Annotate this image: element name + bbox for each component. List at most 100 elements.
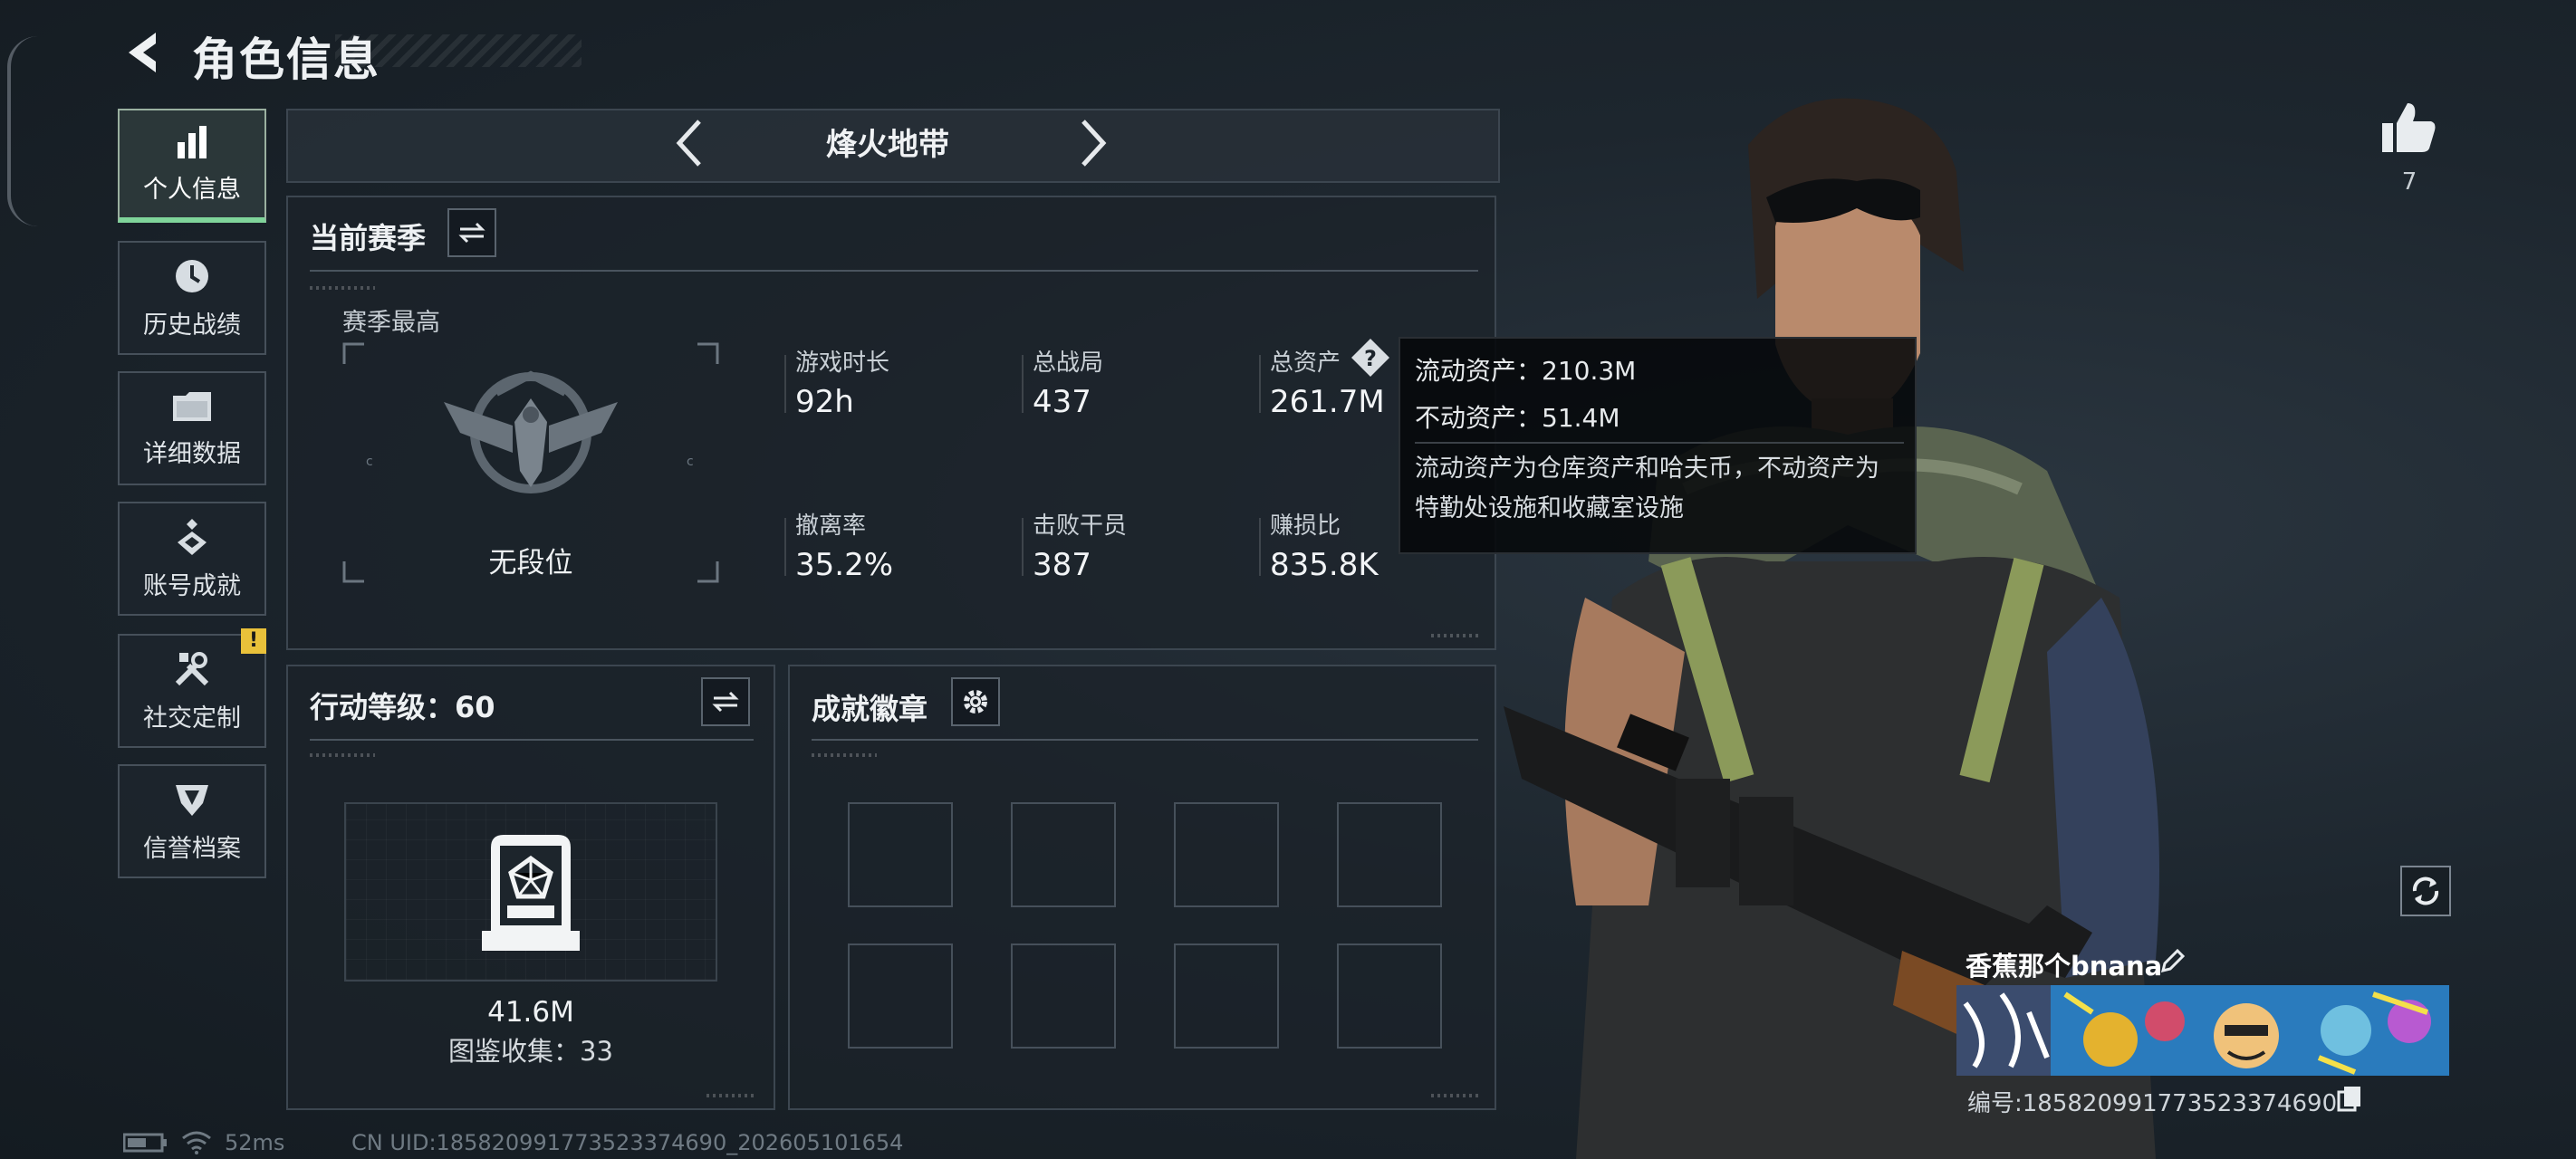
next-mode-button[interactable] [1074, 116, 1110, 174]
help-diamond-icon: ? [1351, 339, 1389, 377]
badges-title: 成就徽章 [812, 692, 928, 726]
svg-text:c: c [366, 455, 373, 469]
wifi-icon [182, 1131, 211, 1154]
collection-count: 图鉴收集：33 [448, 1036, 613, 1067]
sidebar-item-label: 历史战绩 [143, 311, 241, 340]
achievement-icon [178, 518, 207, 555]
deco-dots [706, 1094, 757, 1097]
badge-slot[interactable] [1174, 802, 1279, 907]
rank-eagle-emblem-icon [444, 370, 618, 493]
action-level-title: 行动等级：60 [310, 690, 495, 724]
copy-id-button[interactable] [2337, 1085, 2362, 1116]
stat-label-extraction-rate: 撤离率 [795, 512, 867, 540]
tooltip-liquid-assets: 流动资产：210.3M [1415, 356, 1637, 386]
sidebar-item-label: 信誉档案 [143, 834, 241, 863]
back-button[interactable] [116, 27, 170, 78]
folder-icon [173, 391, 211, 421]
badges-divider [812, 739, 1478, 741]
stat-separator [784, 518, 786, 576]
season-switch-button[interactable] [447, 208, 496, 257]
badge-slot[interactable] [1011, 943, 1116, 1049]
sidebar-item-label: 社交定制 [143, 704, 241, 733]
deco-dots [310, 753, 375, 757]
deco-dots [812, 753, 877, 757]
stat-value-profit-ratio: 835.8K [1270, 547, 1379, 583]
stat-separator [1259, 355, 1261, 413]
tooltip-fixed-assets: 不动资产：51.4M [1415, 403, 1620, 433]
sidebar-item-detailed-data[interactable]: 详细数据 [118, 371, 266, 485]
stat-separator [1259, 518, 1261, 576]
stat-separator [784, 355, 786, 413]
badge-slot[interactable] [1174, 943, 1279, 1049]
mode-name: 烽火地带 [826, 127, 949, 163]
stat-value-total-matches: 437 [1033, 384, 1091, 420]
swap-icon [712, 691, 739, 713]
pencil-icon [2160, 948, 2186, 973]
chevron-left-icon [676, 120, 701, 167]
thumbs-up-icon [2382, 103, 2436, 152]
svg-text:c: c [687, 455, 694, 469]
status-bar: 52ms [123, 1130, 284, 1155]
tooltip-note: 流动资产为仓库资产和哈夫币，不动资产为特勤处设施和收藏室设施 [1415, 455, 1879, 522]
season-divider [310, 270, 1478, 272]
player-name: 香蕉那个bnana [1966, 951, 2163, 982]
stat-label-profit-ratio: 赚损比 [1270, 512, 1341, 540]
refresh-button[interactable] [2400, 866, 2451, 916]
badge-slot[interactable] [848, 802, 953, 907]
previous-mode-button[interactable] [672, 116, 708, 174]
tools-icon [175, 651, 209, 685]
action-divider [310, 739, 754, 741]
badge-slot[interactable] [1337, 943, 1442, 1049]
stat-separator [1022, 518, 1024, 576]
sidebar-item-history[interactable]: 历史战绩 [118, 241, 266, 355]
stat-label-total-matches: 总战局 [1033, 350, 1104, 377]
chevron-right-icon [1081, 120, 1107, 167]
stat-label-total-assets: 总资产 [1270, 350, 1341, 377]
like-button[interactable] [2380, 100, 2438, 159]
sidebar-item-label: 详细数据 [143, 439, 241, 468]
assets-help-button[interactable]: ? [1350, 337, 1391, 382]
stat-label-playtime: 游戏时长 [795, 350, 890, 377]
svg-text:?: ? [1364, 346, 1377, 371]
season-title: 当前赛季 [310, 221, 427, 255]
season-best-label: 赛季最高 [342, 309, 440, 337]
refresh-icon [2412, 876, 2439, 905]
left-edge-decoration [7, 36, 38, 226]
stat-value-extraction-rate: 35.2% [795, 547, 894, 583]
action-switch-button[interactable] [701, 677, 750, 726]
gear-icon [964, 690, 987, 714]
edit-name-button[interactable] [2159, 947, 2187, 978]
sidebar-item-personal-info[interactable]: 个人信息 [118, 109, 266, 223]
stat-label-operators-defeated: 击败干员 [1033, 512, 1128, 540]
swap-icon [458, 222, 485, 244]
title-decoration [335, 34, 582, 67]
badges-settings-button[interactable] [951, 677, 1000, 726]
badge-slot[interactable] [848, 943, 953, 1049]
deco-dots [310, 286, 375, 290]
rank-label: 无段位 [488, 547, 573, 580]
player-id: 编号:185820991773523374690 [1967, 1090, 2338, 1117]
battery-icon [123, 1133, 167, 1153]
stat-value-total-assets: 261.7M [1270, 384, 1385, 420]
sidebar-item-label: 账号成就 [143, 571, 241, 600]
sidebar-item-achievements[interactable]: 账号成就 [118, 502, 266, 616]
player-banner-image[interactable] [1956, 985, 2449, 1076]
stat-separator [1022, 355, 1024, 413]
copy-icon [2337, 1087, 2360, 1112]
collection-value: 41.6M [487, 996, 574, 1029]
tooltip-divider [1415, 442, 1904, 444]
stat-value-playtime: 92h [795, 384, 854, 420]
back-arrow-icon [129, 33, 156, 72]
stat-value-operators-defeated: 387 [1033, 547, 1091, 583]
notification-badge: ! [241, 628, 266, 654]
badge-slot[interactable] [1011, 802, 1116, 907]
like-count: 7 [2401, 168, 2417, 196]
sidebar-item-reputation[interactable]: 信誉档案 [118, 764, 266, 878]
sidebar-item-label: 个人信息 [143, 175, 241, 204]
collection-case-icon [482, 835, 580, 951]
uid-text: CN UID:185820991773523374690_20260510165… [351, 1130, 904, 1155]
shield-emblem-icon [176, 784, 208, 816]
clock-history-icon [176, 259, 208, 292]
badge-slot[interactable] [1337, 802, 1442, 907]
bar-chart-icon [178, 125, 207, 158]
